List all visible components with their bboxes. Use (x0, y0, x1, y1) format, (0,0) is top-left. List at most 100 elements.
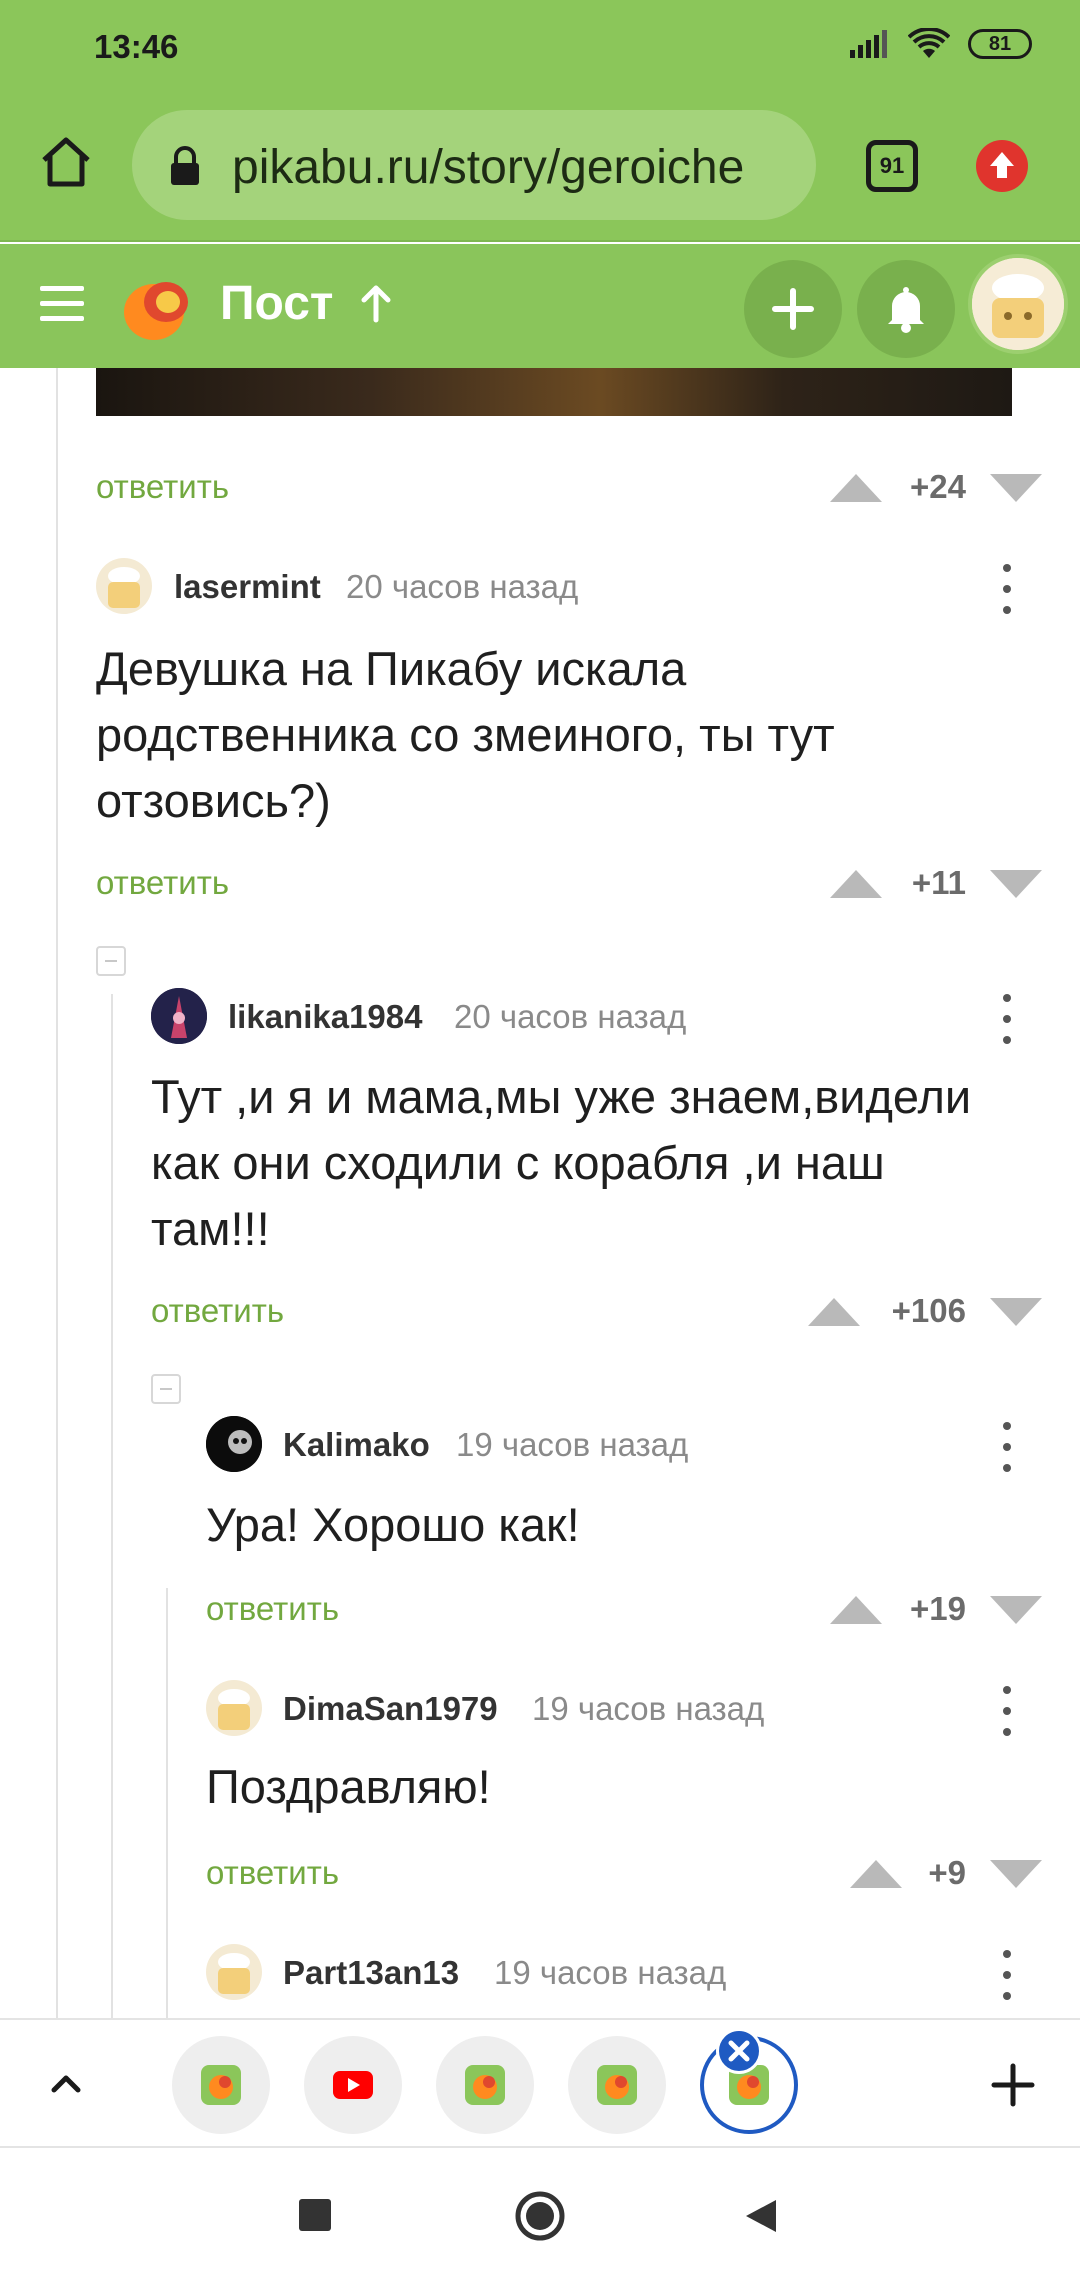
tab-pikabu[interactable] (568, 2036, 666, 2134)
close-tab-button[interactable] (716, 2028, 762, 2074)
downvote-button[interactable] (990, 1298, 1042, 1326)
reply-link[interactable]: ответить (151, 1292, 284, 1330)
upvote-button[interactable] (830, 870, 882, 898)
comment-author[interactable]: likanika1984 (228, 998, 423, 1036)
comment-line: отзовись?) (96, 774, 331, 827)
comment-line: Тут ,и я и мама,мы уже знаем,видели (151, 1070, 972, 1123)
comment-author[interactable]: lasermint (174, 568, 321, 606)
system-nav-bar (0, 2150, 1080, 2280)
site-header: Пост (0, 244, 1080, 368)
tab-pikabu[interactable] (436, 2036, 534, 2134)
comment-more-button[interactable] (1002, 1686, 1012, 1738)
battery-indicator: 81 (968, 29, 1032, 59)
tab-switcher-button[interactable]: 91 (866, 140, 918, 192)
pikabu-favicon-icon (597, 2065, 637, 2105)
page-title: Пост (220, 277, 334, 330)
url-text: pikabu.ru/story/geroiche (232, 141, 745, 194)
tab-youtube[interactable] (304, 2036, 402, 2134)
downvote-button[interactable] (990, 474, 1042, 502)
circle-icon[interactable] (514, 2190, 566, 2242)
photo-avatar-icon (206, 1416, 262, 1472)
youtube-icon (333, 2071, 373, 2099)
update-button[interactable] (976, 140, 1028, 192)
user-avatar[interactable] (968, 254, 1068, 354)
menu-icon[interactable] (40, 286, 84, 322)
chevron-up-icon[interactable] (46, 2064, 86, 2104)
thread-line (166, 1588, 168, 2018)
browser-tab-strip (0, 2018, 1080, 2148)
pikabu-favicon-icon (465, 2065, 505, 2105)
default-avatar-icon (218, 1953, 250, 1994)
vote-score: +11 (911, 864, 966, 901)
comment-time: 19 часов назад (494, 1954, 727, 1991)
tab-pikabu[interactable] (172, 2036, 270, 2134)
notifications-button[interactable] (857, 260, 955, 358)
avatar[interactable] (206, 1944, 262, 2000)
collapse-thread-button[interactable] (151, 1374, 181, 1404)
triangle-back-icon[interactable] (742, 2196, 780, 2236)
scroll-top-arrow-icon[interactable] (358, 284, 394, 324)
comment-text: Девушка на Пикабу искала родственника со… (96, 636, 835, 834)
comment-line: родственника со змеиного, ты тут (96, 708, 835, 761)
comment-author[interactable]: Kalimako (283, 1426, 430, 1464)
vote-score: +19 (910, 1590, 966, 1627)
status-bar: 13:46 81 (0, 0, 1080, 96)
avatar[interactable] (151, 988, 207, 1044)
comment-author[interactable]: Part13an13 (283, 1954, 459, 1992)
comment-line: там!!! (151, 1202, 270, 1255)
pikabu-logo[interactable] (116, 268, 196, 348)
home-button[interactable] (36, 132, 96, 192)
comment-time: 19 часов назад (532, 1690, 765, 1727)
post-image-bottom (96, 368, 1012, 416)
home-icon (42, 137, 90, 187)
avatar-icon (972, 258, 1064, 350)
plus-icon[interactable] (990, 2062, 1036, 2108)
lock-icon (171, 146, 199, 185)
comment-more-button[interactable] (1002, 564, 1012, 616)
comment-line: Ура! Хорошо как! (206, 1498, 580, 1551)
square-icon[interactable] (296, 2196, 334, 2234)
upvote-button[interactable] (830, 1596, 882, 1624)
comment-author[interactable]: DimaSan1979 (283, 1690, 498, 1728)
vote-score: +9 (928, 1854, 966, 1891)
comment-line: Поздравляю! (206, 1760, 491, 1813)
arrow-up-icon (990, 152, 1014, 178)
downvote-button[interactable] (990, 1860, 1042, 1888)
collapse-thread-button[interactable] (96, 946, 126, 976)
comment-line: Девушка на Пикабу искала (96, 642, 687, 695)
thread-line (56, 368, 58, 2018)
signal-icon (850, 30, 887, 58)
avatar[interactable] (206, 1416, 262, 1472)
wifi-icon (908, 28, 950, 58)
reply-link[interactable]: ответить (206, 1854, 339, 1892)
thread-line (111, 994, 113, 2018)
status-time: 13:46 (94, 28, 179, 65)
comment-time: 20 часов назад (346, 568, 579, 605)
upvote-button[interactable] (830, 474, 882, 502)
reply-link[interactable]: ответить (206, 1590, 339, 1628)
avatar[interactable] (206, 1680, 262, 1736)
downvote-button[interactable] (990, 1596, 1042, 1624)
vote-score: +106 (891, 1292, 966, 1329)
comment-time: 20 часов назад (454, 998, 687, 1035)
downvote-button[interactable] (990, 870, 1042, 898)
reply-link[interactable]: ответить (96, 864, 229, 902)
address-bar[interactable]: pikabu.ru/story/geroiche (132, 110, 816, 220)
comment-more-button[interactable] (1002, 1950, 1012, 2002)
comment-more-button[interactable] (1002, 1422, 1012, 1474)
comment-more-button[interactable] (1002, 994, 1012, 1046)
reply-link[interactable]: ответить (96, 468, 229, 506)
close-icon (728, 2040, 750, 2062)
comment-time: 19 часов назад (456, 1426, 689, 1463)
comment-line: как они сходили с корабля ,и наш (151, 1136, 885, 1189)
bell-icon (888, 287, 924, 333)
avatar[interactable] (96, 558, 152, 614)
add-post-button[interactable] (744, 260, 842, 358)
comments-section: ответить +24 lasermint 20 часов назад Де… (0, 368, 1080, 2018)
photo-avatar-icon (151, 988, 207, 1044)
status-icons: 81 (850, 28, 1032, 60)
upvote-button[interactable] (808, 1298, 860, 1326)
default-avatar-icon (108, 567, 140, 608)
comment-text: Ура! Хорошо как! (206, 1492, 580, 1558)
comment-text: Поздравляю! (206, 1754, 491, 1820)
